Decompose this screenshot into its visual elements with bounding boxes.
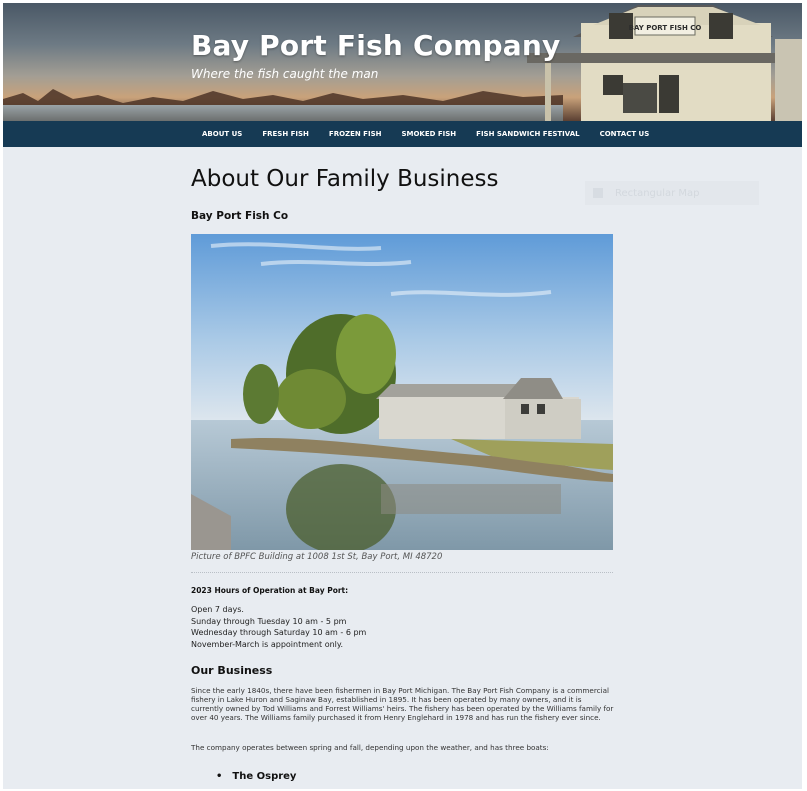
content-divider [191,572,613,573]
our-business-heading: Our Business [191,664,273,677]
map-icon [593,188,603,198]
building-photo-illustration [191,234,613,550]
boats-intro-paragraph: The company operates between spring and … [191,743,549,752]
hours-list: Open 7 days. Sunday through Tuesday 10 a… [191,604,366,650]
main-navigation: About Us Fresh Fish Frozen Fish Smoked F… [3,121,802,147]
hours-line: Wednesday through Saturday 10 am - 6 pm [191,628,367,637]
nav-item-fresh-fish[interactable]: Fresh Fish [262,130,309,138]
nav-item-fish-sandwich-festival[interactable]: Fish Sandwich Festival [476,130,579,138]
nav-item-smoked-fish[interactable]: Smoked Fish [401,130,456,138]
nav-item-contact-us[interactable]: Contact Us [600,130,650,138]
nav-item-about-us[interactable]: About Us [202,130,242,138]
section-subheading: Bay Port Fish Co [191,210,289,222]
site-title[interactable]: Bay Port Fish Company [191,29,560,62]
page-frame: BAY PORT FISH CO Bay Port Fish Company W… [3,3,802,789]
site-header: BAY PORT FISH CO Bay Port Fish Company W… [3,3,802,121]
hours-line: November-March is appointment only. [191,639,344,649]
boat-list: • The Osprey [216,771,296,782]
fish-company-building-illustration: BAY PORT FISH CO [527,5,802,121]
hours-line: Sunday through Tuesday 10 am - 5 pm [191,616,347,626]
nav-list: About Us Fresh Fish Frozen Fish Smoked F… [202,130,669,138]
bullet-icon: • [216,771,223,782]
boat-name: The Osprey [232,771,297,782]
building-sign-text: BAY PORT FISH CO [629,24,702,32]
nav-item-frozen-fish[interactable]: Frozen Fish [329,130,382,138]
hours-heading: 2023 Hours of Operation at Bay Port: [191,586,349,595]
map-widget-label: Rectangular Map [615,187,700,199]
building-photo [191,234,613,550]
photo-caption: Picture of BPFC Building at 1008 1st St,… [191,552,443,562]
business-history-paragraph: Since the early 1840s, there have been f… [191,686,614,722]
sidebar-map-widget[interactable]: Rectangular Map [585,181,759,205]
hours-line: Open 7 days. [191,605,244,614]
page-title: About Our Family Business [191,166,499,192]
bay-water [3,105,563,121]
site-tagline: Where the fish caught the man [191,67,379,81]
boat-list-item: • The Osprey [216,771,296,782]
